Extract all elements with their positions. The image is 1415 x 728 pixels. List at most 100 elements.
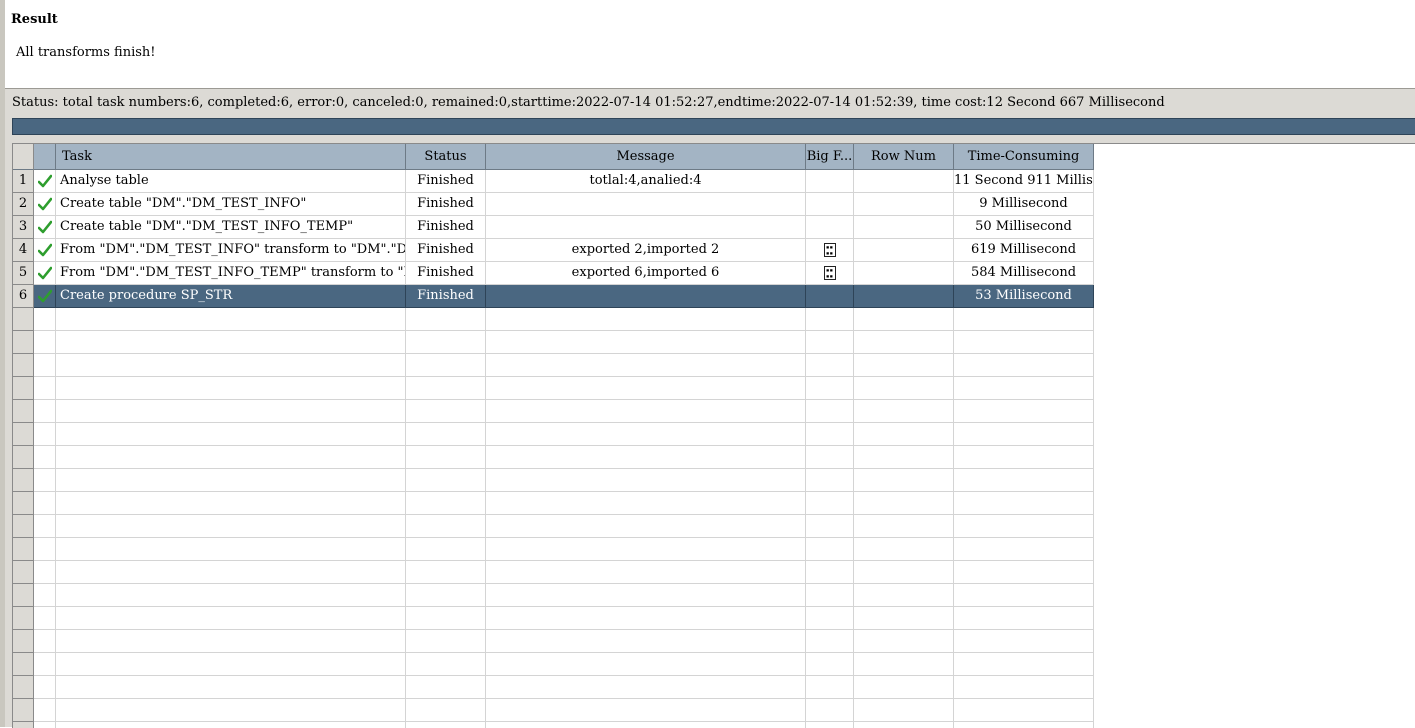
row-number: 2 [13, 193, 34, 216]
table-row[interactable]: 5 From "DM"."DM_TEST_INFO_TEMP" transform… [13, 262, 1415, 285]
row-status-icon [34, 538, 56, 561]
row-status-icon [34, 469, 56, 492]
table-row[interactable] [13, 630, 1415, 653]
row-message [486, 400, 806, 423]
row-message: exported 2,imported 2 [486, 239, 806, 262]
row-task: From "DM"."DM_TEST_INFO" transform to "D… [56, 239, 406, 262]
row-big-field [806, 308, 854, 331]
row-big-field [806, 607, 854, 630]
row-status-icon [34, 722, 56, 728]
table-row[interactable] [13, 400, 1415, 423]
row-message [486, 699, 806, 722]
row-status-icon [34, 653, 56, 676]
row-row-num [854, 308, 954, 331]
row-status [406, 584, 486, 607]
result-panel: Result All transforms finish! [5, 0, 1415, 89]
row-status: Finished [406, 170, 486, 193]
table-row[interactable] [13, 561, 1415, 584]
row-number [13, 722, 34, 728]
table-row[interactable] [13, 492, 1415, 515]
row-task [56, 308, 406, 331]
bigfield-icon[interactable]: ▪▪ ▪▪ [823, 242, 836, 257]
row-task [56, 653, 406, 676]
table-row[interactable] [13, 354, 1415, 377]
task-table[interactable]: Task Status Message Big F... Row Num Tim… [12, 143, 1415, 728]
progress-bar [12, 118, 1415, 135]
row-big-field [806, 699, 854, 722]
row-number [13, 630, 34, 653]
row-status-icon [34, 216, 56, 239]
row-row-num [854, 492, 954, 515]
table-row[interactable] [13, 469, 1415, 492]
row-message [486, 561, 806, 584]
check-icon [37, 174, 52, 187]
row-time [954, 423, 1094, 446]
row-big-field: ▪▪ ▪▪ [806, 239, 854, 262]
row-status [406, 354, 486, 377]
row-number [13, 400, 34, 423]
row-status: Finished [406, 216, 486, 239]
table-row[interactable] [13, 722, 1415, 728]
table-row[interactable] [13, 584, 1415, 607]
table-row[interactable]: 2 Create table "DM"."DM_TEST_INFO" Finishe… [13, 193, 1415, 216]
table-row[interactable] [13, 308, 1415, 331]
row-row-num [854, 400, 954, 423]
table-row[interactable] [13, 331, 1415, 354]
row-big-field [806, 653, 854, 676]
table-row[interactable] [13, 377, 1415, 400]
header-time-consuming[interactable]: Time-Consuming [954, 144, 1094, 170]
row-row-num [854, 699, 954, 722]
row-task: Create procedure SP_STR [56, 285, 406, 308]
row-message [486, 216, 806, 239]
row-row-num [854, 216, 954, 239]
row-status-icon [34, 193, 56, 216]
table-row[interactable] [13, 423, 1415, 446]
header-icon-col[interactable] [34, 144, 56, 170]
bigfield-icon[interactable]: ▪▪ ▪▪ [823, 265, 836, 280]
row-status-icon [34, 584, 56, 607]
row-row-num [854, 285, 954, 308]
status-area: Status: total task numbers:6, completed:… [5, 89, 1415, 728]
row-status-icon [34, 561, 56, 584]
header-row-num[interactable]: Row Num [854, 144, 954, 170]
row-status-icon [34, 699, 56, 722]
table-row[interactable]: 1 Analyse table Finished totlal:4,analied:4… [13, 170, 1415, 193]
row-task [56, 607, 406, 630]
row-task [56, 492, 406, 515]
check-icon [37, 197, 52, 210]
row-time [954, 492, 1094, 515]
row-time [954, 331, 1094, 354]
table-row[interactable] [13, 446, 1415, 469]
table-row[interactable]: 4 From "DM"."DM_TEST_INFO" transform to "… [13, 239, 1415, 262]
row-task [56, 630, 406, 653]
table-row[interactable]: 6 Create procedure SP_STR Finished 53 Milli… [13, 285, 1415, 308]
row-message [486, 538, 806, 561]
row-task [56, 354, 406, 377]
row-status [406, 492, 486, 515]
row-big-field [806, 193, 854, 216]
table-row[interactable] [13, 653, 1415, 676]
table-row[interactable] [13, 538, 1415, 561]
table-row[interactable] [13, 515, 1415, 538]
row-task [56, 400, 406, 423]
header-task[interactable]: Task [56, 144, 406, 170]
table-row[interactable] [13, 699, 1415, 722]
header-status[interactable]: Status [406, 144, 486, 170]
table-row[interactable] [13, 676, 1415, 699]
table-row[interactable] [13, 607, 1415, 630]
check-icon [37, 243, 52, 256]
result-message: All transforms finish! [16, 45, 156, 60]
row-number [13, 331, 34, 354]
row-number [13, 607, 34, 630]
row-status-icon [34, 170, 56, 193]
row-time [954, 469, 1094, 492]
row-status: Finished [406, 285, 486, 308]
row-status-icon [34, 423, 56, 446]
table-row[interactable]: 3 Create table "DM"."DM_TEST_INFO_TEMP" Fi… [13, 216, 1415, 239]
header-message[interactable]: Message [486, 144, 806, 170]
row-status: Finished [406, 193, 486, 216]
row-row-num [854, 170, 954, 193]
row-message [486, 722, 806, 728]
header-big-field[interactable]: Big F... [806, 144, 854, 170]
row-number [13, 423, 34, 446]
